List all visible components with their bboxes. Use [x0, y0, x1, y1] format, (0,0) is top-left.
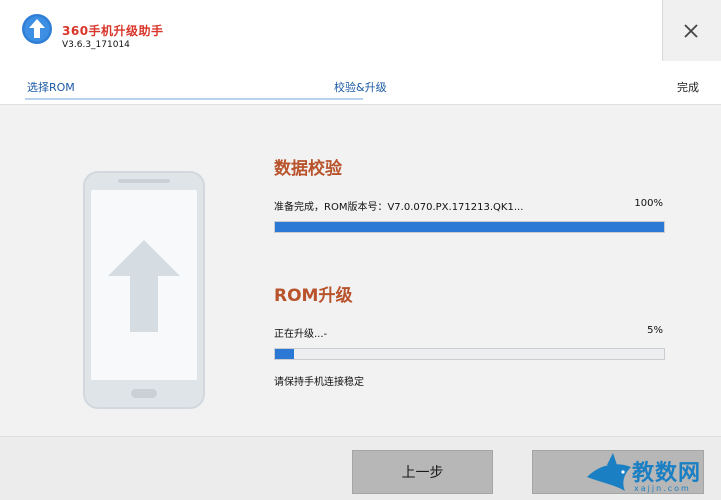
- connection-note: 请保持手机连接稳定: [274, 377, 364, 388]
- upgrade-status-text: 正在升级...-: [274, 329, 328, 340]
- upgrade-percent: 5%: [647, 325, 663, 336]
- app-window: 360手机升级助手 V3.6.3_171014 选择ROM 校验&升级 完成 数…: [0, 0, 721, 500]
- app-version: V3.6.3_171014: [62, 40, 130, 50]
- app-name: 360手机升级助手: [62, 24, 164, 38]
- verify-status-text: 准备完成，ROM版本号：V7.0.070.PX.171213.QK1...: [274, 202, 524, 213]
- steps-bar: 选择ROM 校验&升级 完成: [0, 61, 721, 105]
- step-complete: 完成: [677, 81, 699, 94]
- verify-percent: 100%: [634, 198, 663, 209]
- upgrade-progress-fill: [275, 349, 295, 359]
- close-icon[interactable]: [676, 16, 706, 46]
- upgrade-progress-bar: [274, 348, 665, 360]
- step-select-rom: 选择ROM: [27, 81, 75, 94]
- title-bar: 360手机升级助手 V3.6.3_171014: [0, 0, 721, 61]
- verify-progress-bar: [274, 221, 665, 233]
- previous-step-button[interactable]: 上一步: [352, 450, 493, 494]
- upgrade-section-title: ROM升级: [274, 286, 353, 306]
- upgrade-logo-icon: [22, 14, 52, 44]
- step-verify-upgrade: 校验&升级: [334, 81, 387, 94]
- watermark-subtext: xajjn.com: [634, 484, 691, 493]
- phone-upgrade-icon: [83, 171, 205, 409]
- verify-progress-fill: [275, 222, 664, 232]
- step-progress-underline: [25, 98, 363, 100]
- watermark-text: 教数网: [632, 461, 702, 486]
- verify-section-title: 数据校验: [274, 159, 342, 179]
